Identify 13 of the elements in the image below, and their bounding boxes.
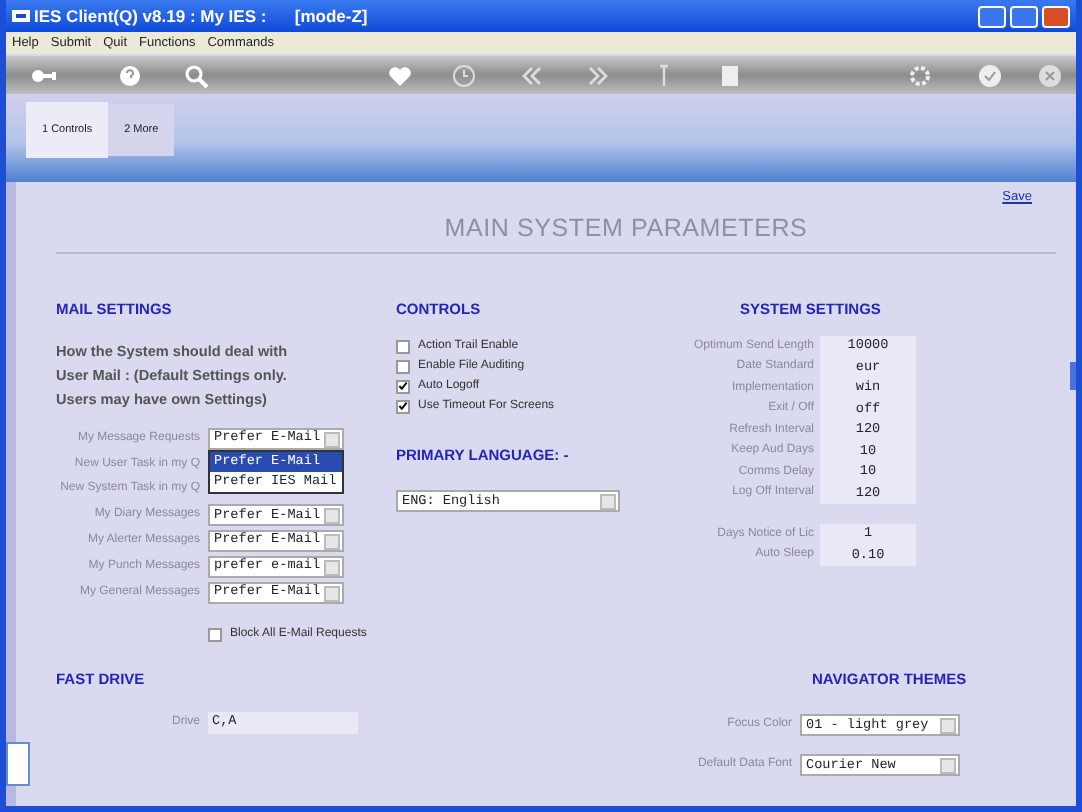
checkbox[interactable] (396, 339, 410, 353)
checkbox[interactable] (396, 379, 410, 393)
checkbox[interactable] (396, 359, 410, 373)
close-button[interactable] (1042, 5, 1070, 27)
side-panel-icon[interactable] (6, 742, 30, 786)
checkbox[interactable] (396, 399, 410, 413)
app-icon (12, 8, 30, 24)
page-title: MAIN SYSTEM PARAMETERS (444, 214, 808, 242)
scroll-thumb[interactable] (1070, 362, 1076, 390)
minimize-button[interactable] (978, 5, 1006, 27)
window-title: IES Client(Q) v8.19 : My IES : [mode-Z] (34, 3, 368, 29)
checkbox[interactable] (208, 627, 222, 642)
maximize-button[interactable] (1010, 5, 1038, 27)
